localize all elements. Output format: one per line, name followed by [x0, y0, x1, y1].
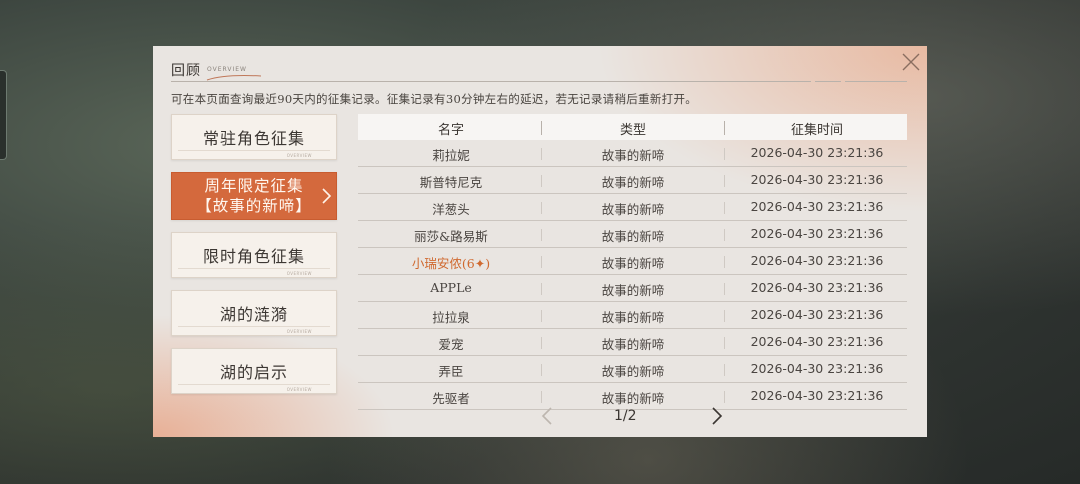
tab-limited-banner[interactable]: 限时角色征集 OVERVIEW: [171, 232, 337, 278]
notice-text: 可在本页面查询最近90天内的征集记录。征集记录有30分钟左右的延迟，若无记录请稍…: [171, 92, 698, 106]
tab-label: 周年限定征集 【故事的新啼】: [196, 177, 312, 215]
close-button[interactable]: [899, 50, 923, 74]
cell-divider: [541, 283, 542, 295]
cell-divider: [541, 229, 542, 241]
cell-time: 2026-04-30 23:21:36: [750, 226, 884, 241]
cell-name: 斯普特尼克: [419, 175, 483, 190]
cell-time: 2026-04-30 23:21:36: [750, 334, 884, 349]
cell-divider: [541, 364, 542, 376]
cell-divider: [724, 364, 725, 376]
table-row: 洋葱头 故事的新啼 2026-04-30 23:21:36: [358, 194, 907, 221]
table-row: 弄臣 故事的新啼 2026-04-30 23:21:36: [358, 356, 907, 383]
cell-divider: [541, 337, 542, 349]
cell-name: 拉拉泉: [432, 310, 470, 325]
tab-deco-text: OVERVIEW: [286, 387, 312, 392]
table-row: 小瑞安侬(6✦) 故事的新啼 2026-04-30 23:21:36: [358, 248, 907, 275]
table-row: 莉拉妮 故事的新啼 2026-04-30 23:21:36: [358, 140, 907, 167]
cell-type: 故事的新啼: [601, 256, 665, 271]
cell-type: 故事的新啼: [601, 202, 665, 217]
table-row: 拉拉泉 故事的新啼 2026-04-30 23:21:36: [358, 302, 907, 329]
cell-name: 爱宠: [438, 337, 464, 352]
cell-time: 2026-04-30 23:21:36: [750, 145, 884, 160]
table-body: 莉拉妮 故事的新啼 2026-04-30 23:21:36 斯普特尼克 故事的新啼 202…: [358, 140, 907, 410]
cell-type: 故事的新啼: [601, 310, 665, 325]
cell-type: 故事的新啼: [601, 229, 665, 244]
cell-time: 2026-04-30 23:21:36: [750, 280, 884, 295]
cell-time: 2026-04-30 23:21:36: [750, 388, 884, 403]
table-row: 爱宠 故事的新啼 2026-04-30 23:21:36: [358, 329, 907, 356]
cell-divider: [724, 283, 725, 295]
cell-name: 丽莎&路易斯: [414, 229, 488, 244]
column-header-name: 名字: [437, 123, 464, 138]
cell-divider: [541, 256, 542, 268]
cell-time: 2026-04-30 23:21:36: [750, 199, 884, 214]
tab-deco-text: OVERVIEW: [286, 153, 312, 158]
tab-label: 湖的涟漪: [219, 305, 288, 324]
tab-label: 常驻角色征集: [202, 129, 305, 148]
overview-dialog: 回顾 OVERVIEW 可在本页面查询最近90天内的征集记录。征集记录有30分钟…: [153, 46, 927, 437]
tab-label: 湖的启示: [219, 363, 288, 382]
cell-name: 小瑞安侬(6✦): [411, 256, 491, 271]
dialog-title: 回顾: [171, 63, 201, 79]
record-table: 名字 类型 征集时间 莉拉妮 故事的新啼 2026-04-30 23:21:36 斯普…: [358, 114, 907, 410]
side-edge-tab[interactable]: [0, 70, 7, 160]
tab-deco-text: OVERVIEW: [286, 271, 312, 276]
table-row: APPLe 故事的新啼 2026-04-30 23:21:36: [358, 275, 907, 302]
cell-time: 2026-04-30 23:21:36: [750, 253, 884, 268]
page-indicator: 1/2: [614, 408, 637, 424]
cell-type: 故事的新啼: [601, 148, 665, 163]
chevron-right-icon[interactable]: [710, 406, 724, 426]
column-header-time: 征集时间: [790, 123, 843, 138]
table-header: 名字 类型 征集时间: [358, 114, 907, 140]
cell-time: 2026-04-30 23:21:36: [750, 361, 884, 376]
column-divider: [724, 121, 725, 135]
header-divider: [171, 81, 811, 82]
cell-divider: [724, 256, 725, 268]
cell-name: APPLe: [430, 280, 472, 295]
chevron-right-icon: [322, 188, 332, 204]
header-divider-segment: [815, 81, 841, 82]
tab-standard-banner[interactable]: 常驻角色征集 OVERVIEW: [171, 114, 337, 160]
cell-divider: [724, 148, 725, 160]
cell-time: 2026-04-30 23:21:36: [750, 307, 884, 322]
cell-divider: [541, 202, 542, 214]
pagination: 1/2: [358, 402, 907, 432]
cell-name: 洋葱头: [432, 202, 470, 217]
table-row: 斯普特尼克 故事的新啼 2026-04-30 23:21:36: [358, 167, 907, 194]
tab-anniversary-banner[interactable]: 周年限定征集 【故事的新啼】: [171, 172, 337, 220]
cell-divider: [541, 175, 542, 187]
cell-type: 故事的新啼: [601, 283, 665, 298]
cell-divider: [724, 229, 725, 241]
header-divider-segment: [845, 81, 907, 82]
cell-name: 弄臣: [438, 364, 464, 379]
cell-divider: [541, 148, 542, 160]
cell-name: 莉拉妮: [432, 148, 470, 163]
cell-time: 2026-04-30 23:21:36: [750, 172, 884, 187]
tab-lake-ripple[interactable]: 湖的涟漪 OVERVIEW: [171, 290, 337, 336]
tab-label: 限时角色征集: [202, 247, 305, 266]
cell-divider: [724, 310, 725, 322]
cell-type: 故事的新啼: [601, 337, 665, 352]
cell-type: 故事的新啼: [601, 364, 665, 379]
table-row: 丽莎&路易斯 故事的新啼 2026-04-30 23:21:36: [358, 221, 907, 248]
close-icon: [902, 53, 920, 71]
chevron-left-icon[interactable]: [540, 406, 554, 426]
cell-divider: [724, 175, 725, 187]
tab-lake-revelation[interactable]: 湖的启示 OVERVIEW: [171, 348, 337, 394]
column-header-type: 类型: [619, 123, 646, 138]
tab-deco-text: OVERVIEW: [286, 329, 312, 334]
cell-divider: [724, 202, 725, 214]
banner-tab-list: 常驻角色征集 OVERVIEW 周年限定征集 【故事的新啼】 限时角色征集 OV…: [171, 114, 337, 406]
cell-divider: [724, 337, 725, 349]
cell-divider: [541, 310, 542, 322]
column-divider: [541, 121, 542, 135]
cell-type: 故事的新啼: [601, 175, 665, 190]
